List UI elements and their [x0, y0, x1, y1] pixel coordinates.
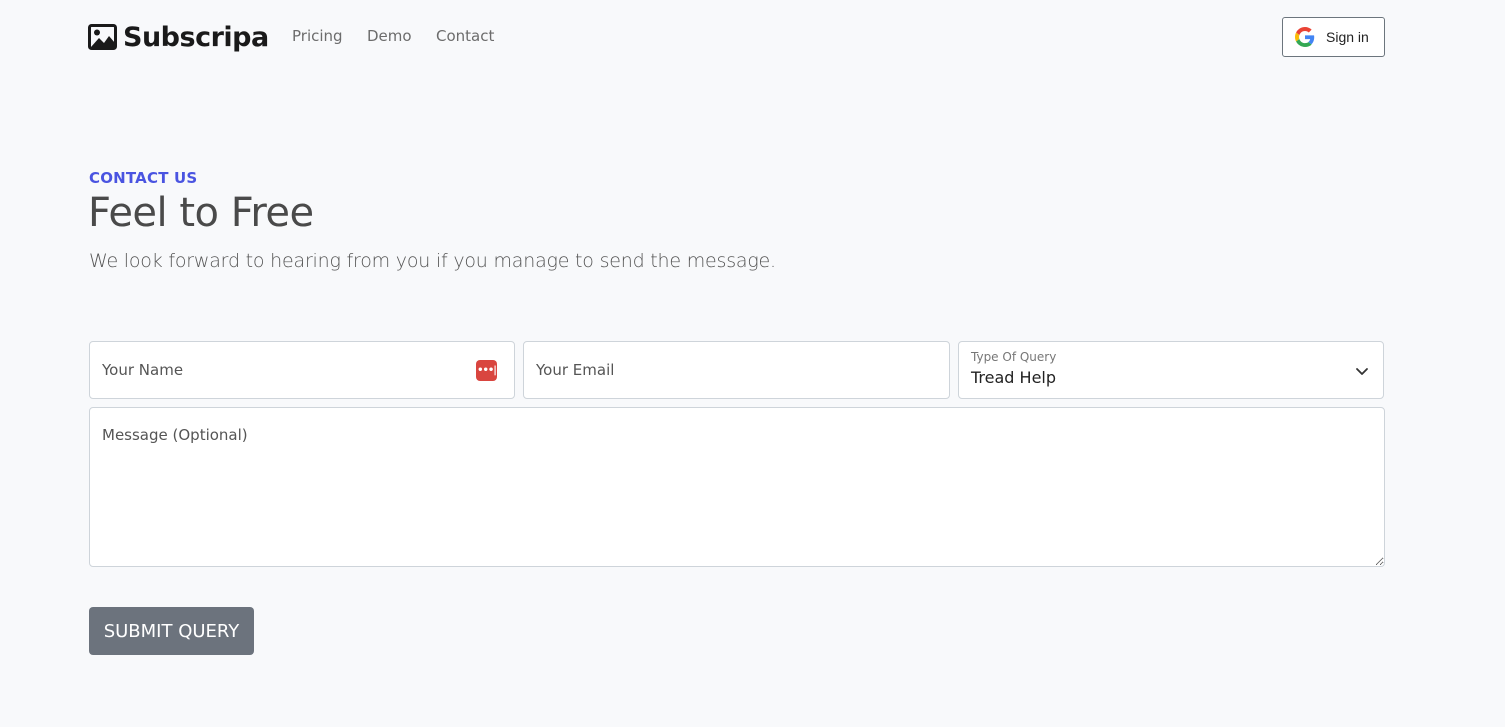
navbar: Subscripa Pricing Demo Contact Sign in: [0, 0, 1505, 74]
submit-query-button[interactable]: SUBMIT QUERY: [89, 607, 254, 655]
password-manager-icon[interactable]: •••|: [476, 360, 497, 381]
page-subtitle: We look forward to hearing from you if y…: [89, 250, 776, 272]
google-icon: [1295, 27, 1315, 47]
nav-link-pricing[interactable]: Pricing: [292, 27, 343, 45]
signin-label: Sign in: [1326, 29, 1369, 45]
chevron-down-icon: [1356, 368, 1368, 375]
section-eyebrow: CONTACT US: [89, 169, 198, 187]
query-type-select[interactable]: Type Of Query Tread Help: [958, 341, 1384, 399]
name-input[interactable]: [90, 342, 514, 398]
brand-name: Subscripa: [123, 21, 269, 53]
email-field-wrapper: [523, 341, 950, 399]
nav-link-demo[interactable]: Demo: [367, 27, 412, 45]
message-textarea[interactable]: [90, 408, 1384, 566]
brand-logo-link[interactable]: Subscripa: [88, 20, 269, 54]
query-type-value: Tread Help: [971, 368, 1057, 387]
email-input[interactable]: [524, 342, 949, 398]
message-field-wrapper: [89, 407, 1385, 567]
query-type-label: Type Of Query: [971, 350, 1057, 364]
nav-link-contact[interactable]: Contact: [436, 27, 494, 45]
page-title: Feel to Free: [88, 190, 314, 236]
google-signin-button[interactable]: Sign in: [1282, 17, 1385, 57]
name-field-wrapper: •••|: [89, 341, 515, 399]
image-icon: [88, 24, 117, 50]
